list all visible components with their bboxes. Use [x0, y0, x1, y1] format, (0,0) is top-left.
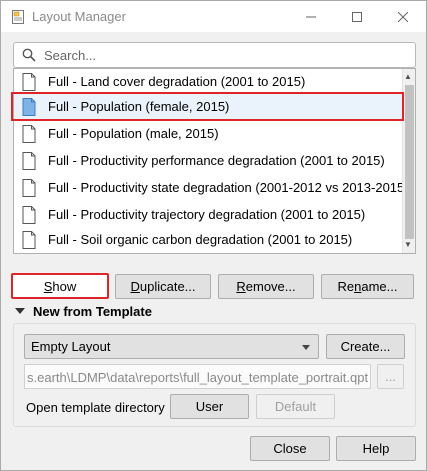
layout-icon: [22, 179, 36, 197]
layout-list-item[interactable]: Full - Productivity performance degradat…: [14, 148, 402, 175]
layout-list-item-label: Full - Land cover degradation (2001 to 2…: [48, 74, 306, 89]
layout-icon: [22, 206, 36, 224]
maximize-icon: [352, 11, 362, 22]
remove-button[interactable]: Remove...: [218, 274, 314, 299]
scrollbar-thumb[interactable]: [405, 85, 414, 239]
chevron-down-icon: [302, 345, 310, 350]
layout-list-item-selected[interactable]: Full - Population (female, 2015): [14, 94, 402, 121]
rename-label-pre: Re: [337, 279, 355, 294]
duplicate-label-post: uplicate...: [139, 279, 196, 294]
layout-icon: [22, 152, 36, 170]
scroll-up-arrow-icon[interactable]: ▲: [404, 72, 412, 81]
layout-list-item[interactable]: Full - Soil organic carbon degradation (…: [14, 227, 402, 253]
minimize-button[interactable]: [288, 1, 334, 32]
duplicate-label-accel: D: [130, 279, 140, 294]
layout-icon: [22, 231, 36, 249]
window-title: Layout Manager: [32, 9, 126, 24]
close-window-button[interactable]: [380, 1, 426, 32]
close-button[interactable]: Close: [250, 436, 330, 461]
create-label: Create...: [340, 339, 391, 354]
template-path-field[interactable]: [24, 364, 371, 389]
create-button[interactable]: Create...: [326, 334, 405, 359]
layout-list: Full - Land cover degradation (2001 to 2…: [13, 68, 416, 254]
rename-label-post: ame...: [361, 279, 398, 294]
layout-icon: [22, 125, 36, 143]
show-button[interactable]: Show: [11, 273, 109, 299]
minimize-icon: [306, 16, 316, 17]
layout-list-item-label: Full - Soil organic carbon degradation (…: [48, 232, 353, 247]
close-icon: [398, 11, 408, 22]
group-title: New from Template: [33, 304, 152, 319]
layout-list-item-label: Full - Productivity state degradation (2…: [48, 180, 409, 195]
default-button[interactable]: Default: [256, 394, 335, 419]
user-button[interactable]: User: [170, 394, 249, 419]
layout-list-item-label: Full - Productivity performance degradat…: [48, 153, 385, 168]
template-select[interactable]: Empty Layout: [24, 334, 319, 359]
show-label-post: how: [52, 278, 77, 294]
layout-icon: [22, 73, 36, 91]
search-box[interactable]: [13, 42, 416, 68]
search-icon: [22, 48, 36, 62]
template-select-value: Empty Layout: [31, 339, 111, 354]
user-label: User: [195, 399, 224, 414]
rename-button[interactable]: Re n ame...: [321, 274, 414, 299]
scroll-down-arrow-icon[interactable]: ▼: [404, 240, 412, 249]
browse-label: ...: [385, 369, 396, 384]
maximize-button[interactable]: [334, 1, 380, 32]
layout-list-item[interactable]: Full - Population (male, 2015): [14, 121, 402, 148]
show-label-accel: S: [43, 278, 53, 294]
help-button[interactable]: Help: [336, 436, 416, 461]
help-label: Help: [362, 441, 390, 456]
layout-manager-dialog: Layout Manager Full - Land cover degrada…: [0, 0, 427, 471]
collapse-triangle-icon: [15, 308, 25, 314]
close-label: Close: [273, 441, 307, 456]
remove-label-accel: R: [236, 279, 246, 294]
layout-list-item-label: Full - Population (male, 2015): [48, 126, 219, 141]
layout-list-item-label: Full - Productivity trajectory degradati…: [48, 207, 366, 222]
search-input[interactable]: [42, 46, 402, 64]
list-scrollbar[interactable]: ▲ ▼: [402, 69, 415, 253]
remove-label-post: emove...: [245, 279, 296, 294]
layout-manager-icon: [12, 10, 24, 24]
default-label: Default: [274, 399, 317, 414]
browse-button[interactable]: ...: [377, 364, 404, 389]
layout-list-item[interactable]: Full - Productivity state degradation (2…: [14, 175, 409, 202]
rename-label-accel: n: [354, 279, 362, 294]
title-bar: Layout Manager: [1, 1, 426, 32]
duplicate-button[interactable]: Duplicate...: [115, 274, 211, 299]
layout-list-item[interactable]: Full - Productivity trajectory degradati…: [14, 202, 402, 229]
layout-list-item-label: Full - Population (female, 2015): [48, 99, 230, 114]
open-template-directory-label: Open template directory: [26, 400, 165, 415]
template-path-input[interactable]: [25, 368, 370, 386]
layout-icon: [22, 98, 36, 116]
layout-list-item[interactable]: Full - Land cover degradation (2001 to 2…: [14, 69, 402, 96]
